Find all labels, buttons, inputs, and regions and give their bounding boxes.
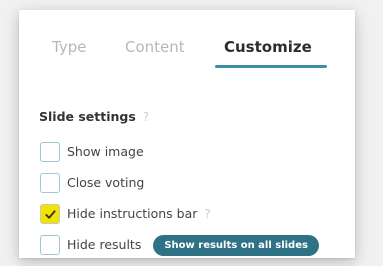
hide-results-label: Hide results	[67, 237, 142, 252]
show-image-label: Show image	[67, 144, 144, 159]
hide-results-checkbox[interactable]	[40, 235, 60, 255]
help-icon[interactable]: ?	[143, 109, 149, 125]
settings-panel: Type Content Customize Slide settings? S…	[19, 10, 355, 258]
show-image-checkbox[interactable]	[40, 142, 60, 162]
slide-settings-heading: Slide settings?	[39, 109, 149, 125]
option-show-image[interactable]: Show image	[40, 141, 144, 163]
option-hide-results[interactable]: Hide results Show results on all slides	[40, 234, 319, 256]
option-hide-instructions-bar[interactable]: Hide instructions bar ?	[40, 203, 211, 225]
show-results-on-all-slides-button[interactable]: Show results on all slides	[153, 234, 319, 256]
help-icon[interactable]: ?	[204, 207, 210, 221]
hide-instructions-bar-checkbox[interactable]	[40, 204, 60, 224]
slide-settings-title: Slide settings	[39, 109, 136, 124]
tab-content[interactable]: Content	[125, 38, 185, 56]
tab-bar: Type Content Customize	[19, 10, 355, 68]
close-voting-checkbox[interactable]	[40, 173, 60, 193]
active-tab-indicator	[215, 65, 327, 68]
close-voting-label: Close voting	[67, 175, 145, 190]
hide-instructions-bar-label: Hide instructions bar	[67, 206, 198, 221]
tab-customize[interactable]: Customize	[224, 38, 312, 56]
option-close-voting[interactable]: Close voting	[40, 172, 144, 194]
checkmark-icon	[44, 209, 56, 219]
tab-type[interactable]: Type	[52, 38, 86, 56]
